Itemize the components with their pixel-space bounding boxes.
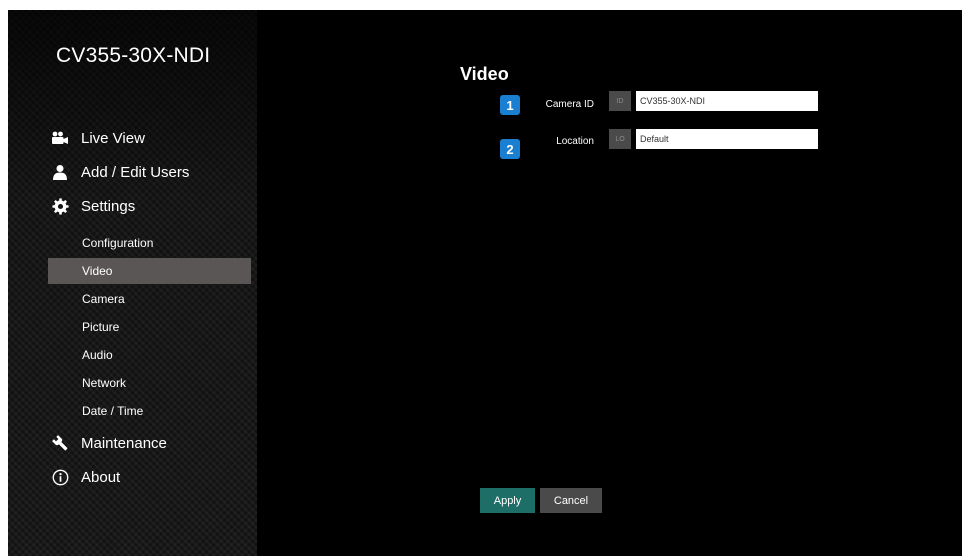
video-camera-icon	[51, 129, 69, 147]
sidebar-subitem-label: Camera	[82, 292, 125, 306]
sidebar-subitem-camera[interactable]: Camera	[48, 286, 251, 312]
sidebar-subitem-audio[interactable]: Audio	[48, 342, 251, 368]
sidebar-item-label: Live View	[81, 129, 145, 147]
camera-id-row: ID	[609, 91, 818, 111]
sidebar-subitem-network[interactable]: Network	[48, 370, 251, 396]
sidebar: CV355-30X-NDI Live View Add / Edit Users…	[8, 10, 257, 556]
sidebar-item-settings[interactable]: Settings	[51, 194, 135, 218]
sidebar-subitem-label: Date / Time	[82, 404, 144, 418]
sidebar-subitem-label: Network	[82, 376, 127, 390]
sidebar-item-label: Maintenance	[81, 434, 167, 452]
sidebar-subitem-label: Configuration	[82, 236, 154, 250]
field-tag: ID	[609, 91, 631, 111]
sidebar-subitem-picture[interactable]: Picture	[48, 314, 251, 340]
sidebar-subitem-label: Video	[82, 264, 113, 278]
user-icon	[51, 163, 69, 181]
cancel-button[interactable]: Cancel	[540, 488, 602, 513]
page-title: Video	[460, 64, 509, 84]
sidebar-item-label: About	[81, 468, 121, 486]
sidebar-item-label: Add / Edit Users	[81, 163, 190, 181]
field-tag: LO	[609, 129, 631, 149]
sidebar-item-add-edit-users[interactable]: Add / Edit Users	[51, 160, 189, 184]
info-icon	[51, 468, 69, 486]
sidebar-item-live-view[interactable]: Live View	[51, 126, 145, 150]
wrench-icon	[51, 434, 69, 452]
sidebar-item-about[interactable]: About	[51, 465, 120, 489]
sidebar-subitem-configuration[interactable]: Configuration	[48, 230, 251, 256]
sidebar-item-maintenance[interactable]: Maintenance	[51, 431, 167, 455]
app-window: CV355-30X-NDI Live View Add / Edit Users…	[8, 10, 962, 556]
location-row: LO	[609, 129, 818, 149]
location-label: Location	[556, 136, 594, 147]
model-title: CV355-30X-NDI	[56, 44, 211, 67]
sidebar-subitem-label: Picture	[82, 320, 120, 334]
apply-button[interactable]: Apply	[480, 488, 535, 513]
camera-id-input[interactable]	[636, 91, 818, 111]
camera-id-label: Camera ID	[545, 99, 594, 110]
sidebar-subitem-label: Audio	[82, 348, 113, 362]
gear-icon	[51, 197, 69, 215]
sidebar-item-label: Settings	[81, 197, 136, 215]
sidebar-subitem-date-time[interactable]: Date / Time	[48, 398, 251, 424]
location-input[interactable]	[636, 129, 818, 149]
sidebar-subitem-video[interactable]: Video	[48, 258, 251, 284]
